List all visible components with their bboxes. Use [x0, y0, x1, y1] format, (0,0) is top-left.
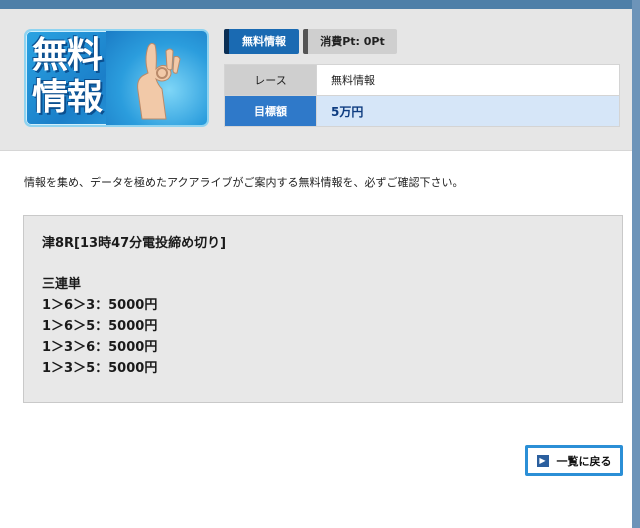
ok-hand-in-water-icon [137, 42, 181, 120]
target-key: 目標額 [224, 95, 317, 127]
free-info-tag: 無料情報 [224, 29, 299, 54]
window-frame: 無料 情報 無料情報 消費Pt: 0Pt レース 無料情報 目標額 5万円 情報… [0, 0, 640, 528]
chevron-right-icon: ▶ [536, 454, 549, 467]
intro-text: 情報を集め、データを極めたアクアライブがご案内する無料情報を、必ずご確認下さい。 [24, 176, 464, 189]
race-row: レース 無料情報 [224, 64, 620, 96]
bet-line: 1＞3＞6：5000円 [42, 340, 158, 355]
target-value: 5万円 [316, 95, 620, 127]
bet-line: 1＞3＞5：5000円 [42, 361, 158, 376]
bet-line: 1＞6＞5：5000円 [42, 319, 158, 334]
banner-text-line1: 無料 [32, 35, 103, 76]
race-title: 津8R[13時47分電投締め切り] [42, 236, 227, 251]
info-table: レース 無料情報 目標額 5万円 [224, 64, 620, 127]
bet-type: 三連単 [42, 277, 82, 292]
prediction-box: 津8R[13時47分電投締め切り] 三連単 1＞6＞3：5000円 1＞6＞5：… [23, 215, 623, 403]
back-button-label: 一覧に戻る [556, 454, 612, 468]
race-key: レース [224, 64, 317, 96]
points-cost-tag: 消費Pt: 0Pt [303, 29, 397, 54]
free-info-banner: 無料 情報 [24, 29, 209, 127]
back-to-list-button[interactable]: ▶ 一覧に戻る [525, 445, 623, 476]
info-header: 無料 情報 無料情報 消費Pt: 0Pt レース 無料情報 目標額 5万円 [0, 9, 632, 151]
banner-text-line2: 情報 [32, 77, 103, 118]
race-value: 無料情報 [316, 64, 620, 96]
bet-line: 1＞6＞3：5000円 [42, 298, 158, 313]
target-row: 目標額 5万円 [224, 95, 620, 127]
window-edge [632, 0, 640, 528]
content-panel: 無料 情報 無料情報 消費Pt: 0Pt レース 無料情報 目標額 5万円 情報… [0, 9, 632, 528]
